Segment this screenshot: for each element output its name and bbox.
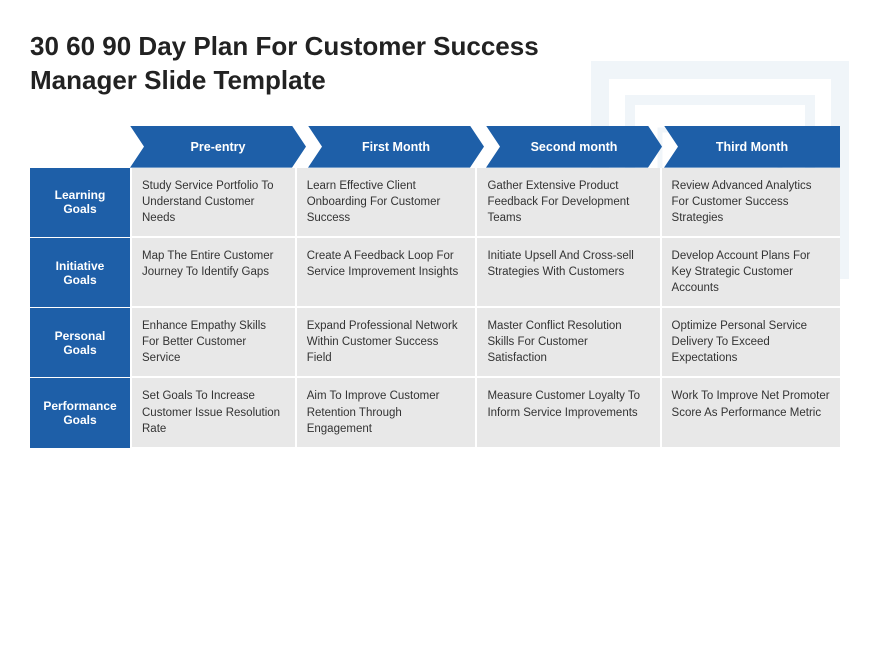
table-row: Initiative GoalsMap The Entire Customer …	[30, 238, 840, 308]
header-pre-entry: Pre-entry	[130, 126, 306, 168]
table-row: Learning GoalsStudy Service Portfolio To…	[30, 168, 840, 238]
cell-r1-c3: Develop Account Plans For Key Strategic …	[660, 238, 840, 308]
header-spacer	[30, 126, 130, 168]
row-header-personal-goals: Personal Goals	[30, 308, 130, 378]
cell-r1-c1: Create A Feedback Loop For Service Impro…	[295, 238, 476, 308]
page-title: 30 60 90 Day Plan For Customer Success M…	[30, 30, 630, 98]
table-row: Personal GoalsEnhance Empathy Skills For…	[30, 308, 840, 378]
cell-r2-c3: Optimize Personal Service Delivery To Ex…	[660, 308, 840, 378]
cell-r3-c2: Measure Customer Loyalty To Inform Servi…	[475, 378, 659, 448]
cell-r2-c2: Master Conflict Resolution Skills For Cu…	[475, 308, 659, 378]
plan-table: Learning GoalsStudy Service Portfolio To…	[30, 168, 840, 449]
cell-r3-c1: Aim To Improve Customer Retention Throug…	[295, 378, 476, 448]
cell-r0-c1: Learn Effective Client Onboarding For Cu…	[295, 168, 476, 238]
cell-r0-c3: Review Advanced Analytics For Customer S…	[660, 168, 840, 238]
column-headers: Pre-entry First Month Second month Third…	[30, 126, 840, 168]
header-second-month: Second month	[486, 126, 662, 168]
cell-r0-c2: Gather Extensive Product Feedback For De…	[475, 168, 659, 238]
cell-r1-c0: Map The Entire Customer Journey To Ident…	[130, 238, 295, 308]
cell-r0-c0: Study Service Portfolio To Understand Cu…	[130, 168, 295, 238]
cell-r2-c0: Enhance Empathy Skills For Better Custom…	[130, 308, 295, 378]
row-header-learning-goals: Learning Goals	[30, 168, 130, 238]
table-row: Performance GoalsSet Goals To Increase C…	[30, 378, 840, 448]
row-header-initiative-goals: Initiative Goals	[30, 238, 130, 308]
header-third-month: Third Month	[664, 126, 840, 168]
cell-r2-c1: Expand Professional Network Within Custo…	[295, 308, 476, 378]
row-header-performance-goals: Performance Goals	[30, 378, 130, 448]
header-first-month: First Month	[308, 126, 484, 168]
cell-r3-c3: Work To Improve Net Promoter Score As Pe…	[660, 378, 840, 448]
cell-r1-c2: Initiate Upsell And Cross-sell Strategie…	[475, 238, 659, 308]
cell-r3-c0: Set Goals To Increase Customer Issue Res…	[130, 378, 295, 448]
